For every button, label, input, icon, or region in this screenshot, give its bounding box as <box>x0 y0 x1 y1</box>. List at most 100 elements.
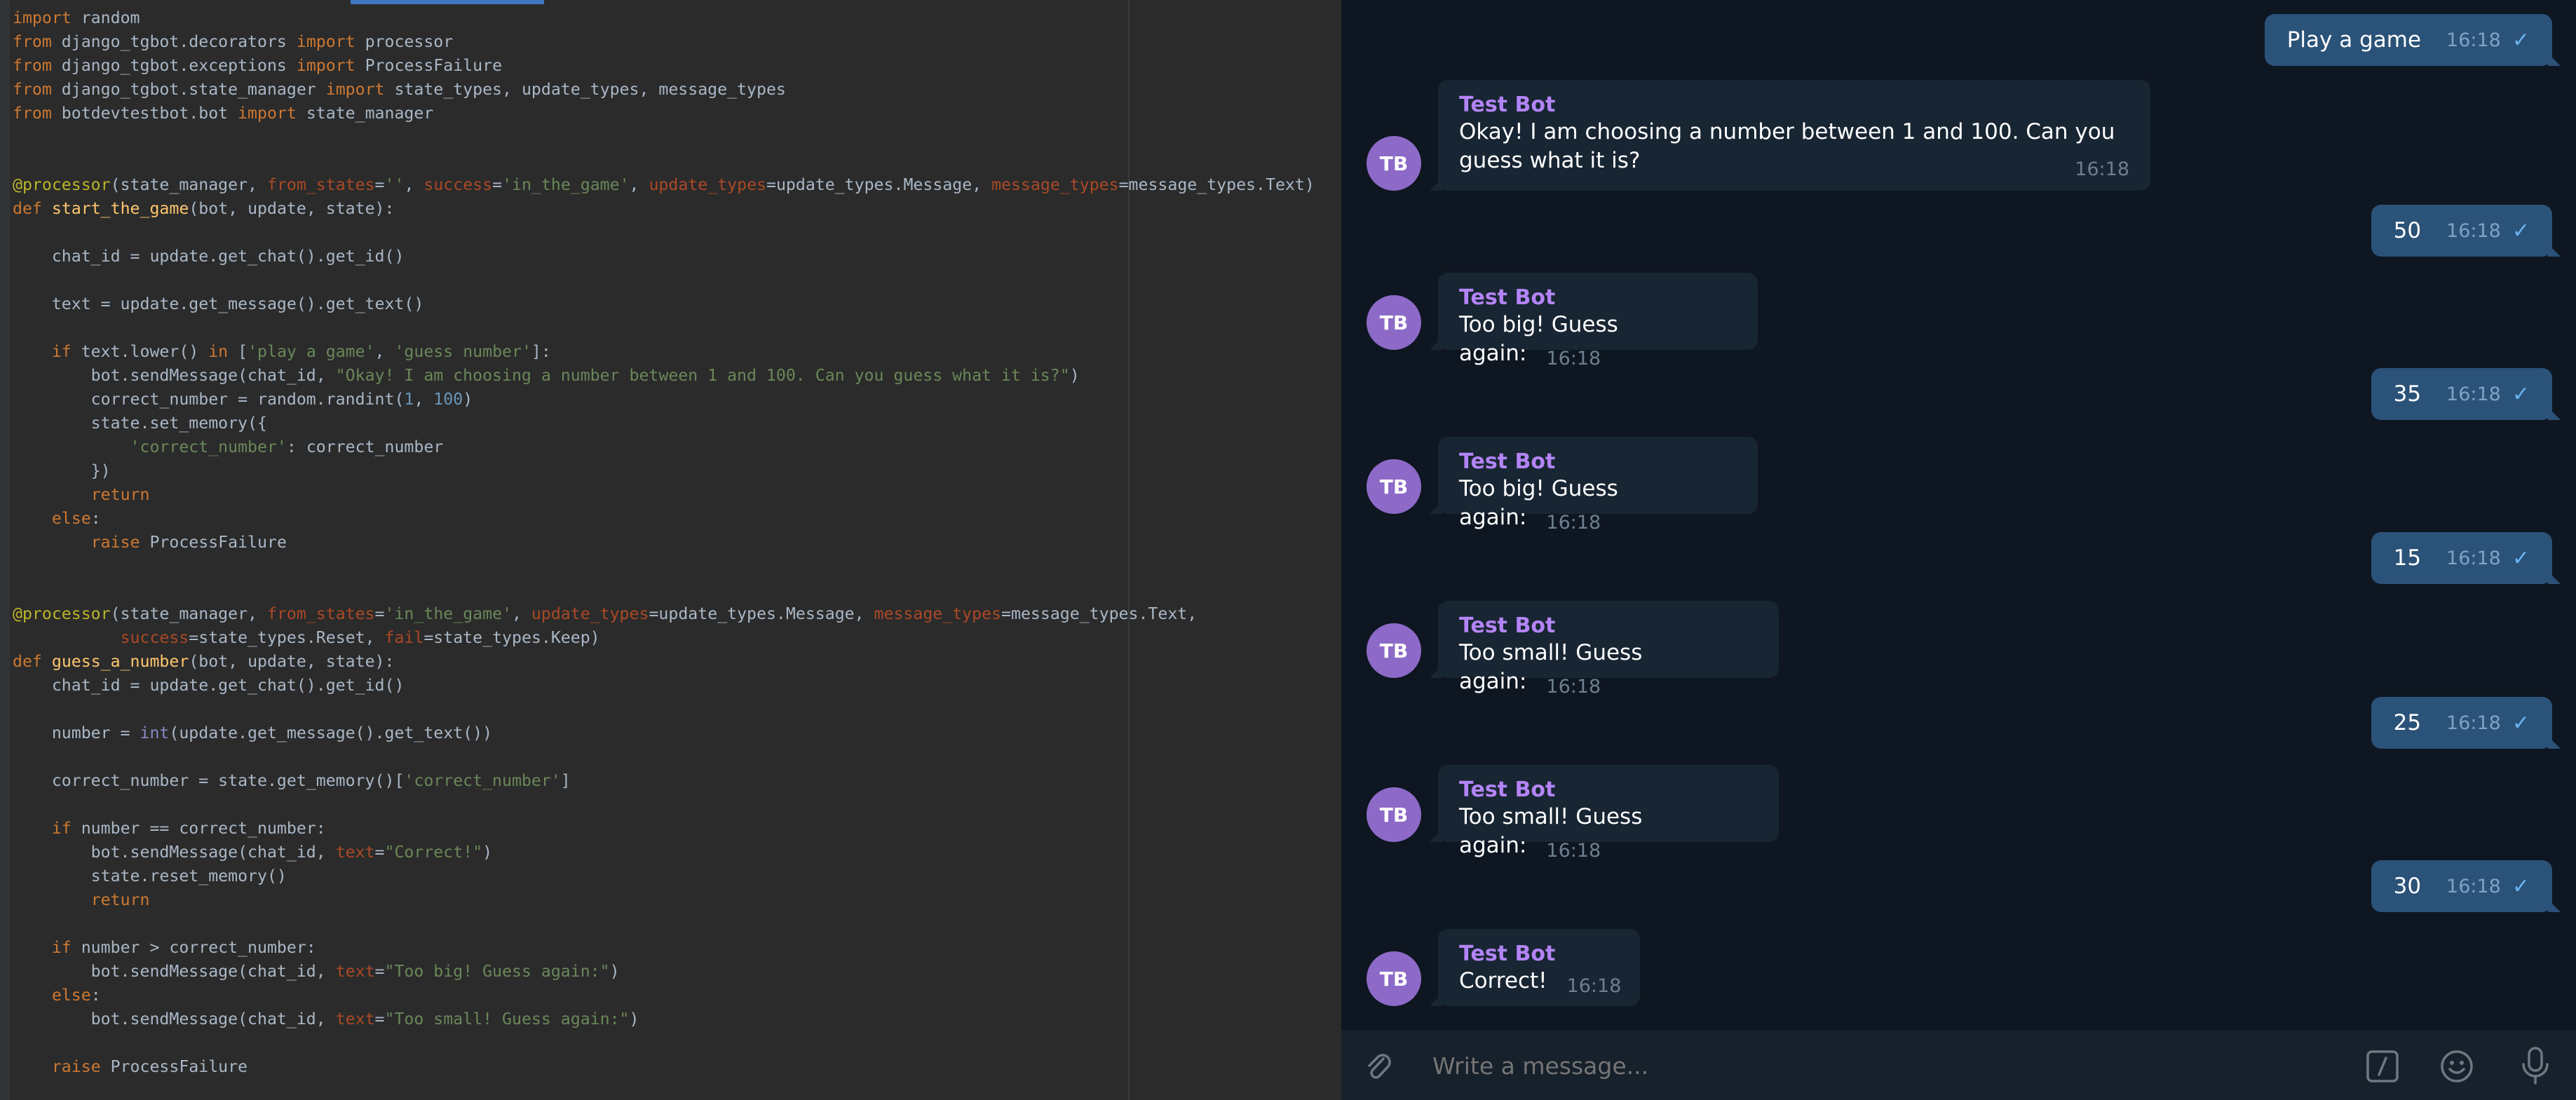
microphone-icon[interactable] <box>2518 1045 2553 1086</box>
code-line[interactable]: correct_number = random.randint(1, 100) <box>13 388 1315 412</box>
message-time: 16:18 <box>1546 676 1601 698</box>
incoming-message[interactable]: TB Test Bot Too small! Guess again: 16:18 <box>1367 601 1779 698</box>
paperclip-icon[interactable] <box>1362 1050 1395 1082</box>
incoming-message[interactable]: TB Test Bot Okay! I am choosing a number b… <box>1367 80 2150 191</box>
message-bubble[interactable]: Test Bot Too small! Guess again: 16:18 <box>1430 601 1779 698</box>
code-token: message_types <box>874 604 1002 623</box>
sender-name[interactable]: Test Bot <box>1459 613 1758 639</box>
avatar[interactable]: TB <box>1367 136 1421 191</box>
code-line[interactable] <box>13 125 1315 149</box>
avatar[interactable]: TB <box>1367 295 1421 350</box>
message-composer <box>1341 1030 2576 1100</box>
code-line[interactable] <box>13 912 1315 936</box>
code-line[interactable]: if number > correct_number: <box>13 936 1315 960</box>
code-line[interactable]: chat_id = update.get_chat().get_id() <box>13 674 1315 698</box>
code-line[interactable] <box>13 793 1315 817</box>
code-line[interactable]: return <box>13 483 1315 507</box>
code-line[interactable]: number = int(update.get_message().get_te… <box>13 721 1315 745</box>
code-line[interactable]: from django_tgbot.state_manager import s… <box>13 78 1315 102</box>
outgoing-message[interactable]: 50 16:18 ✓ <box>2371 205 2561 257</box>
message-bubble[interactable]: Test Bot Too small! Guess again: 16:18 <box>1430 765 1779 862</box>
code-line[interactable]: success=state_types.Reset, fail=state_ty… <box>13 626 1315 650</box>
code-line[interactable]: raise ProcessFailure <box>13 531 1315 555</box>
code-line[interactable] <box>13 316 1315 340</box>
sender-name[interactable]: Test Bot <box>1459 942 1619 967</box>
outgoing-message[interactable]: 35 16:18 ✓ <box>2371 368 2561 420</box>
editor-scroll-indicator[interactable] <box>351 0 544 4</box>
code-line[interactable]: correct_number = state.get_memory()['cor… <box>13 769 1315 793</box>
avatar[interactable]: TB <box>1367 951 1421 1006</box>
code-line[interactable]: state.reset_memory() <box>13 864 1315 888</box>
outgoing-message[interactable]: Play a game 16:18 ✓ <box>2264 14 2561 66</box>
code-line[interactable]: def guess_a_number(bot, update, state): <box>13 650 1315 674</box>
code-token: 'correct_number' <box>404 771 561 790</box>
code-token: botdevtestbot.bot <box>51 104 238 123</box>
code-line[interactable]: import random <box>13 6 1315 30</box>
code-line[interactable]: state.set_memory({ <box>13 412 1315 435</box>
code-line[interactable]: from django_tgbot.decorators import proc… <box>13 30 1315 54</box>
message-bubble[interactable]: Test Bot Correct! 16:18 <box>1430 929 1640 1006</box>
avatar[interactable]: TB <box>1367 459 1421 514</box>
read-check-icon: ✓ <box>2511 710 2530 735</box>
code-line[interactable]: if text.lower() in ['play a game', 'gues… <box>13 340 1315 364</box>
outgoing-message[interactable]: 15 16:18 ✓ <box>2371 532 2561 584</box>
code-line[interactable] <box>13 269 1315 292</box>
outgoing-message[interactable]: 30 16:18 ✓ <box>2371 860 2561 912</box>
code-line[interactable]: bot.sendMessage(chat_id, "Okay! I am cho… <box>13 364 1315 388</box>
sender-name[interactable]: Test Bot <box>1459 778 1758 803</box>
bot-command-icon[interactable] <box>2364 1048 2401 1085</box>
incoming-message[interactable]: TB Test Bot Too small! Guess again: 16:18 <box>1367 765 1779 862</box>
code-line[interactable]: from django_tgbot.exceptions import Proc… <box>13 54 1315 78</box>
code-text[interactable]: import random from django_tgbot.decorator… <box>13 6 1315 1079</box>
code-token: : <box>90 986 101 1005</box>
message-list[interactable]: Play a game 16:18 ✓ TB Test Bot Okay! I am ch… <box>1341 0 2576 1030</box>
incoming-message[interactable]: TB Test Bot Too big! Guess again: 16:18 <box>1367 437 1758 534</box>
message-bubble[interactable]: Test Bot Okay! I am choosing a number bet… <box>1430 80 2150 191</box>
sender-name[interactable]: Test Bot <box>1459 285 1737 311</box>
code-line[interactable] <box>13 745 1315 769</box>
sender-name[interactable]: Test Bot <box>1459 449 1737 475</box>
sender-name[interactable]: Test Bot <box>1459 93 2129 118</box>
message-bubble[interactable]: Test Bot Too big! Guess again: 16:18 <box>1430 437 1758 534</box>
avatar[interactable]: TB <box>1367 787 1421 842</box>
code-line[interactable]: @processor(state_manager, from_states=''… <box>13 173 1315 197</box>
code-token: if <box>51 342 72 361</box>
code-line[interactable] <box>13 698 1315 721</box>
code-line[interactable]: @processor(state_manager, from_states='i… <box>13 602 1315 626</box>
code-line[interactable]: else: <box>13 984 1315 1007</box>
code-token: ]: <box>531 342 551 361</box>
code-line[interactable]: def start_the_game(bot, update, state): <box>13 197 1315 221</box>
message-bubble[interactable]: Test Bot Too big! Guess again: 16:18 <box>1430 273 1758 369</box>
code-line[interactable]: return <box>13 888 1315 912</box>
code-line[interactable] <box>13 578 1315 602</box>
incoming-message[interactable]: TB Test Bot Too big! Guess again: 16:18 <box>1367 273 1758 369</box>
code-token: @processor <box>13 604 111 623</box>
code-token: def <box>13 199 42 218</box>
outgoing-message[interactable]: 25 16:18 ✓ <box>2371 697 2561 749</box>
code-line[interactable]: }) <box>13 459 1315 483</box>
emoji-icon[interactable] <box>2439 1048 2475 1085</box>
code-line[interactable]: text = update.get_message().get_text() <box>13 292 1315 316</box>
code-token: (state_manager, <box>110 175 267 194</box>
message-input[interactable] <box>1432 1052 2274 1080</box>
code-line[interactable]: else: <box>13 507 1315 531</box>
fold-gutter[interactable] <box>0 0 10 1100</box>
code-line[interactable]: from botdevtestbot.bot import state_mana… <box>13 102 1315 125</box>
incoming-message[interactable]: TB Test Bot Correct! 16:18 <box>1367 929 1640 1006</box>
code-line[interactable] <box>13 555 1315 578</box>
code-line[interactable]: chat_id = update.get_chat().get_id() <box>13 245 1315 269</box>
code-line[interactable]: bot.sendMessage(chat_id, text="Too small… <box>13 1007 1315 1031</box>
code-line[interactable]: if number == correct_number: <box>13 817 1315 841</box>
code-line[interactable]: bot.sendMessage(chat_id, text="Too big! … <box>13 960 1315 984</box>
code-line[interactable]: 'correct_number': correct_number <box>13 435 1315 459</box>
code-line[interactable]: bot.sendMessage(chat_id, text="Correct!"… <box>13 841 1315 864</box>
code-line[interactable]: raise ProcessFailure <box>13 1055 1315 1079</box>
code-line[interactable] <box>13 1031 1315 1055</box>
message-text: Too big! Guess again: 16:18 <box>1459 311 1737 369</box>
message-time: 16:18 <box>2075 158 2129 180</box>
code-editor[interactable]: import random from django_tgbot.decorator… <box>0 0 1341 1100</box>
avatar[interactable]: TB <box>1367 623 1421 678</box>
code-line[interactable] <box>13 221 1315 245</box>
code-line[interactable] <box>13 149 1315 173</box>
